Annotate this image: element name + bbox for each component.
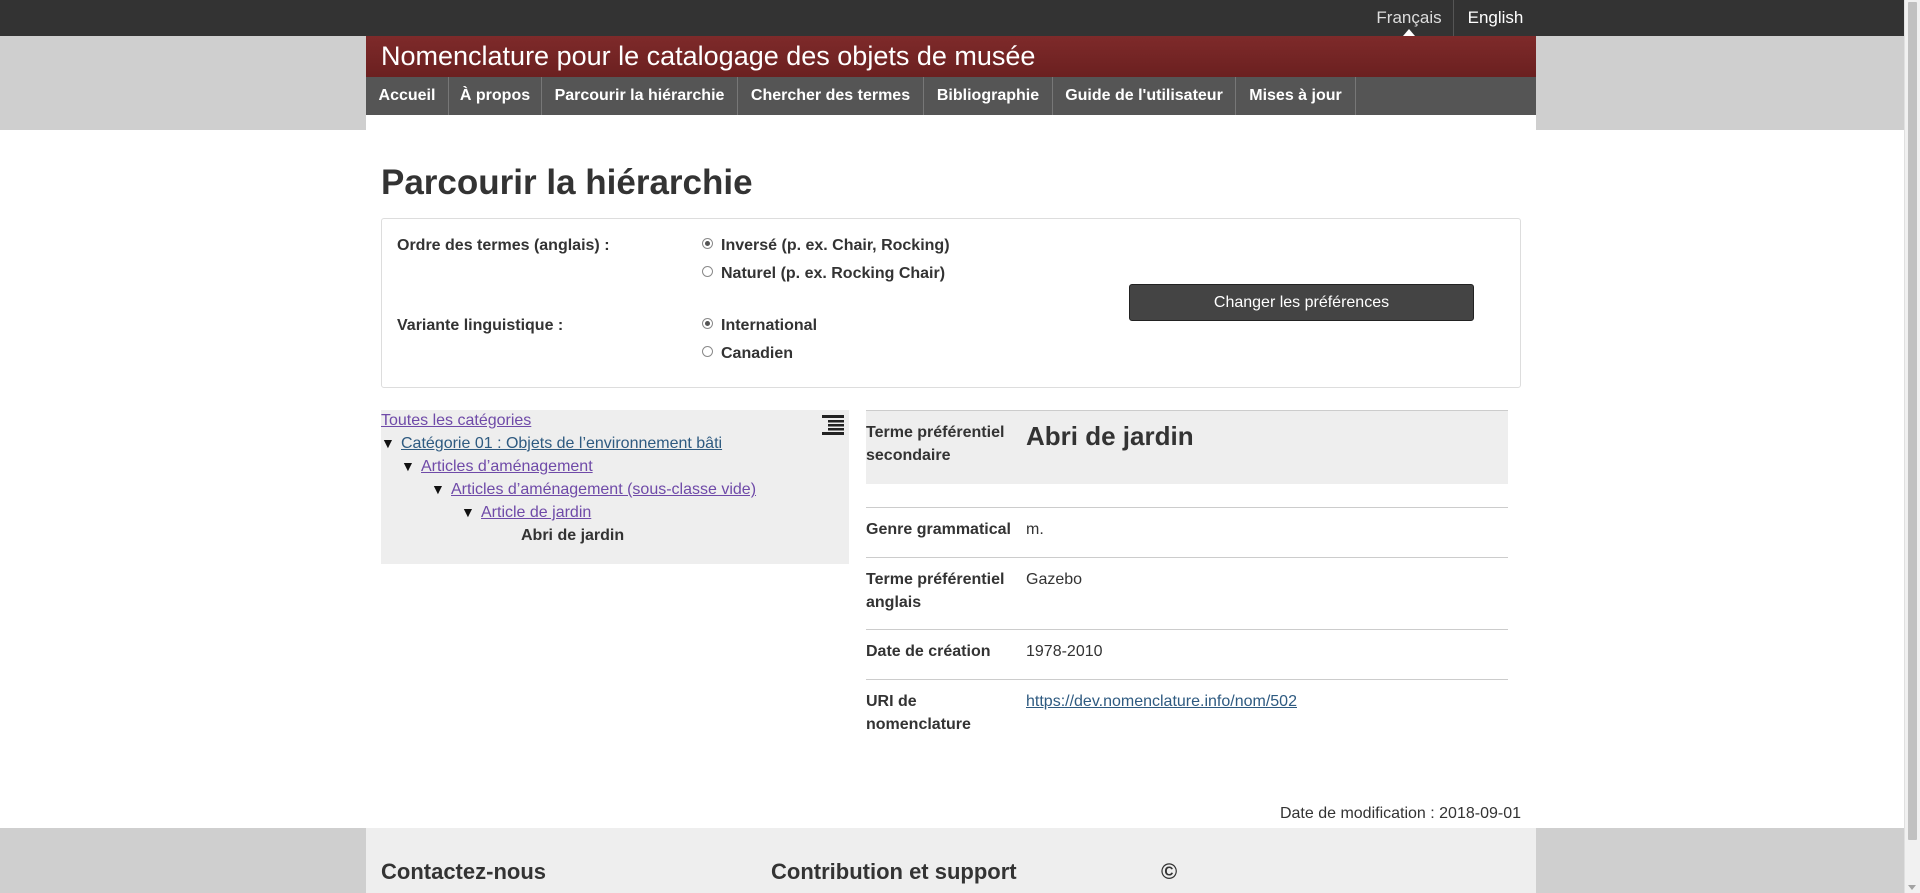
variant-canadian-radio[interactable] xyxy=(702,346,713,358)
footer-contribution-heading: Contribution et support xyxy=(771,859,1017,884)
site-banner: Nomenclature pour le catalogage des obje… xyxy=(366,36,1536,77)
footer-contact-heading: Contactez-nous xyxy=(381,859,546,884)
secondary-term-label: Terme préférentiel secondaire xyxy=(866,424,1005,464)
scroll-down-arrow-icon[interactable] xyxy=(1908,885,1916,890)
tree-item-jardin: ▼ Article de jardin xyxy=(461,504,591,522)
order-inverse-label: Inversé (p. ex. Chair, Rocking) xyxy=(721,237,950,254)
creation-date-label: Date de création xyxy=(866,643,991,660)
variant-international-radio[interactable] xyxy=(702,318,713,330)
english-term-value: Gazebo xyxy=(1026,571,1083,588)
tree-item-all: Toutes les catégories xyxy=(381,412,531,430)
article-jardin-link[interactable]: Article de jardin xyxy=(481,504,591,521)
tree-item-cat01: ▼ Catégorie 01 : Objets de l’environnemen… xyxy=(381,435,722,453)
page-container: Français English Nomenclature pour le ca… xyxy=(366,0,1536,893)
order-inverse-option[interactable]: Inversé (p. ex. Chair, Rocking) xyxy=(702,237,950,255)
uri-link[interactable]: https://dev.nomenclature.info/nom/502 xyxy=(1026,693,1297,710)
vertical-scrollbar[interactable] xyxy=(1904,0,1920,893)
footer: Contactez-nous Contribution et support © xyxy=(366,828,1536,893)
english-term-label: Terme préférentiel anglais xyxy=(866,571,1005,611)
expanded-triangle-icon[interactable]: ▼ xyxy=(461,504,475,520)
tree-item-amenagement-sub: ▼ Articles d’aménagement (sous-classe vid… xyxy=(431,481,756,499)
language-francais-label: Français xyxy=(1376,8,1442,27)
main-nav: Accueil À propos Parcourir la hiérarchie… xyxy=(366,77,1536,115)
english-term-row: Terme préférentiel anglais Gazebo xyxy=(866,557,1508,640)
expanded-triangle-icon[interactable]: ▼ xyxy=(431,481,445,497)
nav-chercher[interactable]: Chercher des termes xyxy=(738,77,924,115)
site-title[interactable]: Nomenclature pour le catalogage des obje… xyxy=(381,41,1035,72)
nav-accueil[interactable]: Accueil xyxy=(366,77,449,115)
change-preferences-button[interactable]: Changer les préférences xyxy=(1129,284,1474,321)
hierarchy-tree: Toutes les catégories ▼ Catégorie 01 : Ob… xyxy=(381,410,849,564)
preferences-panel: Ordre des termes (anglais) : Inversé (p.… xyxy=(381,218,1521,388)
creation-date-value: 1978-2010 xyxy=(1026,643,1103,660)
language-english[interactable]: English xyxy=(1453,0,1537,36)
nav-mises-a-jour[interactable]: Mises à jour xyxy=(1236,77,1356,115)
term-name: Abri de jardin xyxy=(1026,421,1194,451)
term-header: Terme préférentiel secondaire Abri de ja… xyxy=(866,410,1508,484)
uri-value: https://dev.nomenclature.info/nom/502 xyxy=(1026,690,1297,713)
uri-label: URI de nomenclature xyxy=(866,693,971,733)
articles-amenagement-sub-link[interactable]: Articles d’aménagement (sous-classe vide… xyxy=(451,481,756,498)
expanded-triangle-icon[interactable]: ▼ xyxy=(381,435,395,451)
genre-value: m. xyxy=(1026,521,1044,538)
language-francais[interactable]: Français xyxy=(1365,0,1453,36)
genre-label: Genre grammatical xyxy=(866,521,1011,538)
term-order-label: Ordre des termes (anglais) : xyxy=(397,237,610,254)
articles-amenagement-link[interactable]: Articles d’aménagement xyxy=(421,458,593,475)
list-collapse-icon[interactable] xyxy=(822,414,844,436)
category-01-link[interactable]: Catégorie 01 : Objets de l’environnement… xyxy=(401,435,722,452)
nav-guide[interactable]: Guide de l'utilisateur xyxy=(1053,77,1236,115)
active-language-caret-icon xyxy=(1403,29,1415,36)
variant-canadian-label: Canadien xyxy=(721,345,794,362)
variant-canadian-option[interactable]: Canadien xyxy=(702,345,793,363)
order-natural-option[interactable]: Naturel (p. ex. Rocking Chair) xyxy=(702,265,945,283)
modification-date: Date de modification : 2018-09-01 xyxy=(1279,805,1521,822)
language-bar: Français English xyxy=(366,0,1536,36)
page-title: Parcourir la hiérarchie xyxy=(381,163,753,202)
footer-copyright-heading: © xyxy=(1161,859,1178,884)
tree-item-amenagement: ▼ Articles d’aménagement xyxy=(401,458,593,476)
nav-a-propos[interactable]: À propos xyxy=(449,77,542,115)
expanded-triangle-icon[interactable]: ▼ xyxy=(401,458,415,474)
tree-item-current: Abri de jardin xyxy=(521,527,625,544)
all-categories-link[interactable]: Toutes les catégories xyxy=(381,412,531,429)
nav-bibliographie[interactable]: Bibliographie xyxy=(924,77,1053,115)
genre-row: Genre grammatical m. xyxy=(866,507,1508,558)
order-natural-label: Naturel (p. ex. Rocking Chair) xyxy=(721,265,946,282)
creation-date-row: Date de création 1978-2010 xyxy=(866,629,1508,680)
variant-international-label: International xyxy=(721,317,818,334)
scrollbar-thumb[interactable] xyxy=(1908,2,1917,840)
order-inverse-radio[interactable] xyxy=(702,238,713,250)
uri-row: URI de nomenclature https://dev.nomencla… xyxy=(866,679,1508,740)
nav-parcourir[interactable]: Parcourir la hiérarchie xyxy=(542,77,738,115)
variant-international-option[interactable]: International xyxy=(702,317,817,335)
language-variant-label: Variante linguistique : xyxy=(397,317,564,334)
order-natural-radio[interactable] xyxy=(702,266,713,278)
